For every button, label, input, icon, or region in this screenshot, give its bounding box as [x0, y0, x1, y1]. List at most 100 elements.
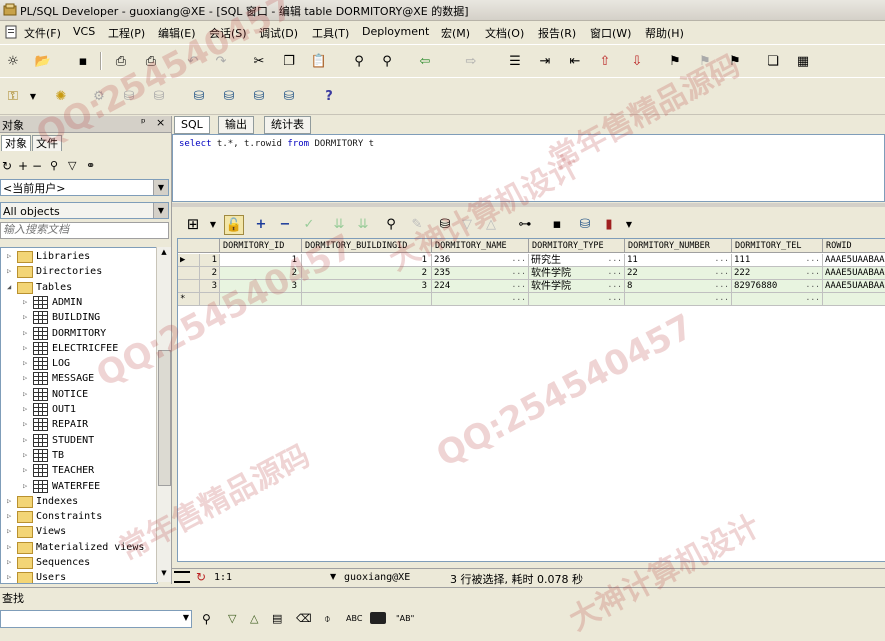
grid-cell[interactable]: 软件学院 ···	[529, 267, 625, 280]
sort-up-icon[interactable]: △	[482, 215, 500, 233]
chevron-down-icon[interactable]: ▼	[183, 613, 189, 622]
menu-tools[interactable]: 工具(T)	[312, 25, 349, 41]
rollback-icon[interactable]: ⛁	[250, 87, 268, 105]
template-icon[interactable]: ⚑	[696, 52, 714, 70]
indent-icon[interactable]: ⇥	[536, 52, 554, 70]
cell-edit-button[interactable]: ···	[512, 280, 526, 292]
unindent-icon[interactable]: ⇤	[566, 52, 584, 70]
copy-icon[interactable]: ❐	[280, 52, 298, 70]
expand-icon[interactable]: ▷	[7, 540, 14, 555]
cell-edit-button[interactable]: ···	[608, 293, 622, 305]
search-icon[interactable]: ⚲	[50, 159, 58, 172]
menu-macro[interactable]: 宏(M)	[441, 25, 470, 41]
menu-edit[interactable]: 编辑(E)	[158, 25, 196, 41]
grid-cell[interactable]: 22 ···	[625, 267, 732, 280]
search-input[interactable]	[0, 222, 169, 239]
cell-edit-button[interactable]: ···	[806, 293, 820, 305]
describe-icon[interactable]: ⚑	[726, 52, 744, 70]
expand-icon[interactable]: ▷	[23, 463, 30, 478]
cell-edit-button[interactable]: ···	[608, 254, 622, 266]
grid-cell[interactable]: AAAE5UAABAA	[823, 267, 885, 280]
find-replace-icon[interactable]: ⚲	[378, 52, 396, 70]
tab-files[interactable]: 文件	[32, 135, 62, 151]
match-case-label[interactable]: ABC	[346, 614, 362, 623]
cell-edit-button[interactable]: ···	[512, 267, 526, 279]
grid-cell[interactable]	[220, 293, 302, 306]
grid-cell[interactable]: AAAE5UAABAA	[823, 280, 885, 293]
comment-icon[interactable]: ☰	[506, 52, 524, 70]
cell-edit-button[interactable]: ···	[806, 267, 820, 279]
add-icon[interactable]: +	[18, 159, 28, 173]
chevron-down-icon[interactable]: ▼	[24, 87, 42, 105]
lowercase-icon[interactable]: ⇩	[628, 52, 646, 70]
save-icon[interactable]: ▪	[74, 52, 92, 70]
user-select[interactable]: <当前用户> ▼	[0, 179, 169, 196]
scroll-thumb[interactable]	[158, 350, 171, 486]
chevron-down-icon[interactable]: ▼	[330, 572, 336, 581]
expand-icon[interactable]: ▷	[23, 326, 30, 341]
last-page-icon[interactable]: ⇊	[354, 215, 372, 233]
grid-cell[interactable]: 235 ···	[432, 267, 529, 280]
expand-icon[interactable]: ▷	[23, 433, 30, 448]
expand-icon[interactable]: ▷	[7, 249, 14, 264]
grid-cell[interactable]: ···	[529, 293, 625, 306]
case-sensitive-icon[interactable]: ⌽	[324, 612, 331, 626]
find-next-icon[interactable]: ▽	[228, 612, 236, 625]
close-icon[interactable]: ×	[156, 116, 165, 129]
grid-cell[interactable]: 222 ···	[732, 267, 823, 280]
expand-icon[interactable]: ▷	[7, 264, 14, 279]
remove-icon[interactable]: −	[32, 159, 42, 173]
expand-icon[interactable]: ▷	[23, 448, 30, 463]
query-by-example-icon[interactable]: ⚲	[382, 215, 400, 233]
grid-cell[interactable]: 224 ···	[432, 280, 529, 293]
undo-icon[interactable]: ↶	[184, 52, 202, 70]
menu-deployment[interactable]: Deployment	[362, 25, 429, 38]
post-icon[interactable]: ✓	[300, 215, 318, 233]
cell-edit-button[interactable]: ···	[512, 254, 526, 266]
commit-disabled-icon[interactable]: ⛁	[120, 87, 138, 105]
column-header[interactable]: DORMITORY_ID	[220, 239, 302, 253]
cell-edit-button[interactable]: ···	[715, 293, 729, 305]
find-previous-icon[interactable]: △	[250, 612, 258, 625]
current-row-icon[interactable]: ▶	[178, 254, 200, 267]
sort-down-icon[interactable]: ▽	[458, 215, 476, 233]
grid-cell[interactable]: 研究生 ···	[529, 254, 625, 267]
grid-cell[interactable]: 236 ···	[432, 254, 529, 267]
menu-project[interactable]: 工程(P)	[108, 25, 145, 41]
expand-icon[interactable]: ▷	[7, 524, 14, 539]
cut-icon[interactable]: ✂	[250, 52, 268, 70]
grid-cell[interactable]: 8 ···	[625, 280, 732, 293]
expand-icon[interactable]: ▷	[7, 555, 14, 570]
expand-icon[interactable]: ▷	[7, 570, 14, 583]
grid-cell[interactable]: 3	[302, 280, 432, 293]
rollback-disabled-icon[interactable]: ⛁	[150, 87, 168, 105]
expand-icon[interactable]: ▷	[23, 310, 30, 325]
print-icon[interactable]: ⎙	[112, 52, 130, 70]
menu-document[interactable]: 文档(O)	[485, 25, 524, 41]
grid-cell[interactable]: 2	[302, 267, 432, 280]
uppercase-icon[interactable]: ⇧	[596, 52, 614, 70]
expand-icon[interactable]: ▷	[7, 494, 14, 509]
menu-file[interactable]: 文件(F)	[24, 25, 61, 41]
grid-cell[interactable]: 11 ···	[625, 254, 732, 267]
row-indicator[interactable]	[178, 280, 200, 293]
menu-debug[interactable]: 调试(D)	[259, 25, 298, 41]
cell-edit-button[interactable]: ···	[608, 280, 622, 292]
grid-cell[interactable]: ···	[625, 293, 732, 306]
pin-icon[interactable]: ᵖ	[141, 116, 146, 129]
forward-icon[interactable]: ⇨	[462, 52, 480, 70]
back-icon[interactable]: ⇦	[416, 52, 434, 70]
chevron-down-icon[interactable]: ▼	[153, 203, 168, 218]
row-indicator[interactable]	[178, 267, 200, 280]
insert-row-icon[interactable]: +	[252, 215, 270, 233]
menu-vcs[interactable]: VCS	[73, 25, 95, 38]
column-header[interactable]: DORMITORY_BUILDINGID	[302, 239, 432, 253]
lock-icon[interactable]: 🔓	[224, 215, 244, 235]
grid-cell[interactable]: 2	[220, 267, 302, 280]
window-list-icon[interactable]: ❏	[764, 52, 782, 70]
sql-text[interactable]: select t.*, t.rowid from DORMITORY t	[179, 139, 374, 149]
grid-cell[interactable]: 软件学院 ···	[529, 280, 625, 293]
cell-edit-button[interactable]: ···	[806, 280, 820, 292]
grid-cell[interactable]: AAAE5UAABAA	[823, 254, 885, 267]
sql-icon[interactable]: ⛁	[220, 87, 238, 105]
